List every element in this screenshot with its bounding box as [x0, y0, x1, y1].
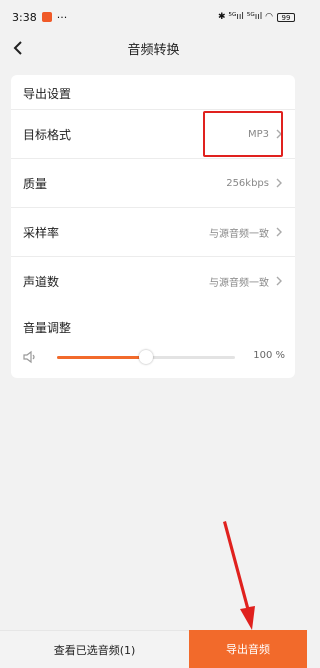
volume-slider-fill	[57, 356, 146, 359]
chevron-right-icon	[276, 227, 282, 237]
row-sample-rate[interactable]: 采样率 与源音频一致	[11, 207, 295, 256]
export-settings-card: 导出设置 目标格式 MP3 质量 256kbps 采样率 与源音频一致 声道数 …	[11, 75, 295, 378]
status-left: 3:38 ···	[12, 11, 67, 24]
row-value: 与源音频一致	[209, 277, 269, 289]
row-value: 256kbps	[226, 177, 269, 189]
view-selected-audio-button[interactable]: 查看已选音频(1)	[0, 630, 189, 668]
status-time: 3:38	[12, 10, 37, 24]
speaker-icon	[23, 350, 35, 364]
export-audio-button[interactable]: 导出音频	[189, 630, 307, 668]
row-right: 与源音频一致	[209, 274, 283, 289]
row-label: 质量	[23, 176, 48, 191]
row-quality[interactable]: 质量 256kbps	[11, 158, 295, 207]
volume-row: 100 %	[23, 347, 285, 367]
title-bar: 音频转换	[0, 34, 307, 62]
back-arrow-icon	[13, 41, 22, 55]
status-bar: 3:38 ··· ✱ ⁵ᴳııl ⁵ᴳııl ◠ 99	[0, 0, 307, 34]
annotation-arrow	[223, 521, 255, 630]
chevron-right-icon	[276, 178, 282, 188]
page-title: 音频转换	[127, 42, 180, 58]
section-title: 导出设置	[23, 87, 72, 101]
row-value: 与源音频一致	[209, 228, 269, 240]
volume-value: 100 %	[253, 350, 285, 361]
annotation-highlight-box	[203, 111, 283, 157]
row-right: 256kbps	[226, 178, 283, 189]
app-notification-icon	[41, 12, 52, 22]
row-label: 采样率	[23, 225, 60, 240]
volume-label: 音量调整	[23, 321, 72, 335]
row-label: 目标格式	[23, 127, 72, 142]
row-right: 与源音频一致	[209, 225, 283, 240]
volume-slider[interactable]	[57, 350, 235, 364]
bottom-bar: 查看已选音频(1) 导出音频	[0, 630, 307, 668]
status-right: ✱ ⁵ᴳııl ⁵ᴳııl ◠ 99	[218, 12, 295, 22]
back-button[interactable]	[6, 36, 30, 60]
battery-icon: 99	[277, 12, 295, 22]
signal-icons: ✱ ⁵ᴳııl ⁵ᴳııl ◠	[218, 12, 273, 22]
row-channels[interactable]: 声道数 与源音频一致	[11, 256, 295, 305]
status-more: ···	[56, 10, 68, 24]
chevron-right-icon	[276, 276, 282, 286]
row-label: 声道数	[23, 274, 60, 289]
volume-slider-thumb[interactable]	[139, 350, 153, 364]
